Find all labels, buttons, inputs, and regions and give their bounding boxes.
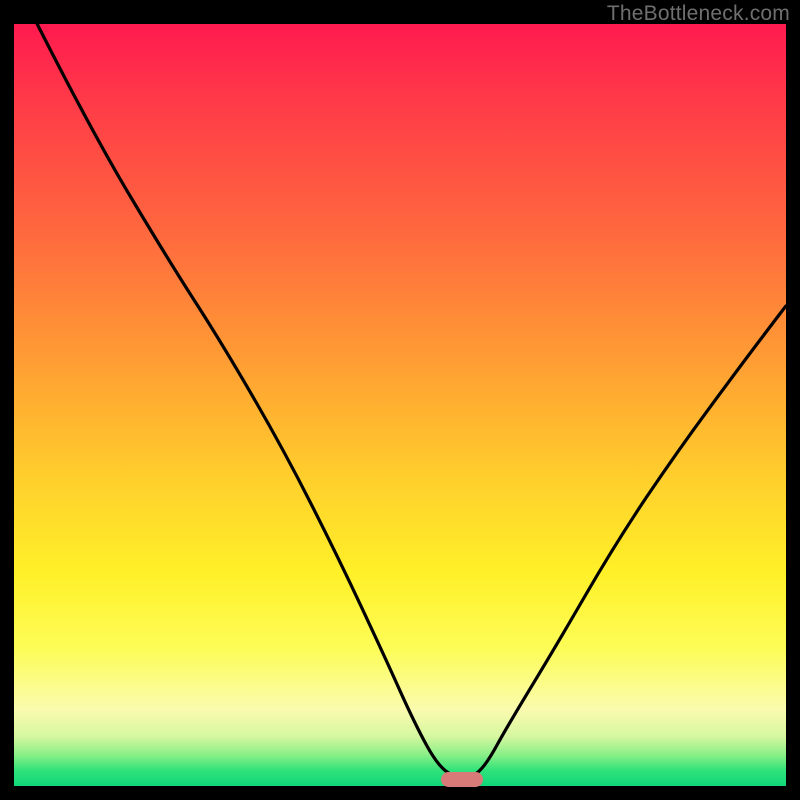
optimal-marker	[441, 772, 483, 787]
bottleneck-curve	[14, 24, 786, 786]
plot-area	[14, 24, 786, 786]
chart-stage: TheBottleneck.com	[0, 0, 800, 800]
watermark-text: TheBottleneck.com	[607, 2, 790, 26]
curve-path	[37, 24, 786, 778]
